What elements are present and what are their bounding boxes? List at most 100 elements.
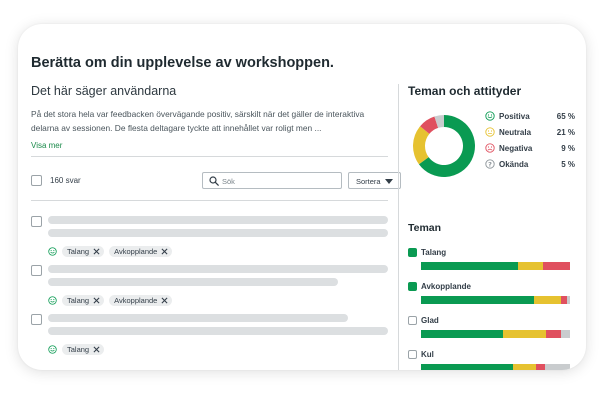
- sad-face-icon: [485, 143, 495, 153]
- response-checkbox[interactable]: [31, 265, 42, 276]
- theme-checkbox[interactable]: [408, 282, 417, 291]
- search-box[interactable]: [202, 172, 342, 189]
- response-item: Talang Avkopplande: [31, 265, 388, 311]
- see-more-link[interactable]: Visa mer: [31, 141, 62, 150]
- bar-segment-negativa: [543, 262, 570, 270]
- sort-dropdown[interactable]: Sortera: [348, 172, 401, 189]
- theme-name: Avkopplande: [421, 282, 471, 291]
- close-icon[interactable]: [93, 297, 100, 304]
- legend-percentage: 5 %: [561, 160, 575, 169]
- happy-face-icon: [485, 111, 495, 121]
- question-face-icon: ?: [485, 159, 495, 169]
- response-tags: Talang Avkopplande: [48, 295, 177, 306]
- legend-label: Positiva: [499, 112, 530, 121]
- legend-item: Neutrala 21 %: [485, 127, 575, 143]
- sentiment-legend: Positiva 65 % Neutrala 21 % Negativa 9 %? Okän…: [485, 111, 575, 175]
- theme-item: Talang: [408, 247, 570, 277]
- legend-percentage: 21 %: [556, 128, 575, 137]
- legend-item: Positiva 65 %: [485, 111, 575, 127]
- svg-text:?: ?: [488, 160, 492, 168]
- theme-checkbox[interactable]: [408, 248, 417, 257]
- response-text-placeholder: [48, 327, 388, 335]
- attitudes-heading: Teman och attityder: [408, 84, 522, 98]
- legend-percentage: 9 %: [561, 144, 575, 153]
- select-all-checkbox[interactable]: [31, 175, 42, 186]
- response-text-placeholder: [48, 216, 388, 224]
- response-count: 160 svar: [50, 176, 81, 185]
- theme-sentiment-bar: [421, 364, 570, 370]
- feedback-summary-text: På det stora hela var feedbacken överväg…: [31, 109, 365, 133]
- happy-face-icon: [48, 247, 57, 256]
- tag-label: Avkopplande: [114, 296, 158, 305]
- response-text-placeholder: [48, 229, 388, 237]
- response-tags: Talang Avkopplande: [48, 246, 177, 257]
- bar-segment-positiva: [421, 296, 535, 304]
- bar-segment-okända: [544, 364, 570, 370]
- response-checkbox[interactable]: [31, 216, 42, 227]
- response-text-placeholder: [48, 278, 338, 286]
- response-text-placeholder: [48, 265, 388, 273]
- tag-label: Avkopplande: [114, 247, 158, 256]
- search-input[interactable]: [222, 175, 337, 187]
- theme-tag: Talang: [62, 344, 105, 355]
- theme-sentiment-bar: [421, 262, 570, 270]
- close-icon[interactable]: [93, 346, 100, 353]
- column-divider: [398, 84, 399, 370]
- response-item: Talang Avkopplande: [31, 216, 388, 262]
- bar-segment-negativa: [546, 330, 562, 338]
- theme-item: Avkopplande: [408, 281, 570, 311]
- bar-segment-positiva: [421, 262, 518, 270]
- bar-segment-okända: [567, 296, 570, 304]
- theme-tag: Talang: [62, 295, 105, 306]
- bar-segment-negativa: [535, 364, 545, 370]
- question-title: Berätta om din upplevelse av workshoppen…: [31, 55, 334, 71]
- themes-heading: Teman: [408, 222, 442, 234]
- tag-label: Talang: [67, 296, 90, 305]
- theme-sentiment-bar: [421, 296, 570, 304]
- sentiment-donut-chart: [413, 115, 475, 177]
- response-tags: Talang: [48, 344, 109, 355]
- legend-label: Negativa: [499, 144, 533, 153]
- bar-segment-positiva: [421, 364, 514, 370]
- neutral-face-icon: [485, 127, 495, 137]
- legend-label: Neutrala: [499, 128, 532, 137]
- tag-label: Talang: [67, 345, 90, 354]
- legend-item: Negativa 9 %: [485, 143, 575, 159]
- close-icon[interactable]: [161, 248, 168, 255]
- bar-segment-okända: [561, 330, 570, 338]
- chevron-down-icon: [385, 179, 393, 184]
- feedback-summary: Det här säger användarna På det stora he…: [31, 84, 388, 153]
- response-checkbox[interactable]: [31, 314, 42, 325]
- divider: [31, 156, 388, 157]
- response-item: Talang: [31, 314, 388, 360]
- theme-tag: Avkopplande: [109, 246, 173, 257]
- sort-label: Sortera: [356, 177, 381, 186]
- theme-checkbox[interactable]: [408, 350, 417, 359]
- feedback-heading: Det här säger användarna: [31, 84, 177, 98]
- bar-segment-neutrala: [534, 296, 562, 304]
- theme-name: Talang: [421, 248, 447, 257]
- theme-checkbox[interactable]: [408, 316, 417, 325]
- divider: [31, 200, 388, 201]
- theme-name: Kul: [421, 350, 434, 359]
- bar-segment-neutrala: [517, 262, 544, 270]
- tag-label: Talang: [67, 247, 90, 256]
- themes-attitudes-panel: Teman och attityder Positiva 65 % Neutrala…: [408, 84, 578, 370]
- legend-item: ? Okända 5 %: [485, 159, 575, 175]
- legend-label: Okända: [499, 160, 529, 169]
- response-text-placeholder: [48, 314, 348, 322]
- theme-tag: Avkopplande: [109, 295, 173, 306]
- close-icon[interactable]: [93, 248, 100, 255]
- theme-sentiment-bar: [421, 330, 570, 338]
- bar-segment-positiva: [421, 330, 503, 338]
- happy-face-icon: [48, 296, 57, 305]
- legend-percentage: 65 %: [556, 112, 575, 121]
- responses-toolbar: 160 svar Sortera: [31, 172, 401, 190]
- theme-item: Glad: [408, 315, 570, 345]
- theme-name: Glad: [421, 316, 439, 325]
- bar-segment-neutrala: [502, 330, 547, 338]
- close-icon[interactable]: [161, 297, 168, 304]
- theme-tag: Talang: [62, 246, 105, 257]
- theme-item: Kul: [408, 349, 570, 370]
- survey-results-card: Berätta om din upplevelse av workshoppen…: [18, 24, 586, 370]
